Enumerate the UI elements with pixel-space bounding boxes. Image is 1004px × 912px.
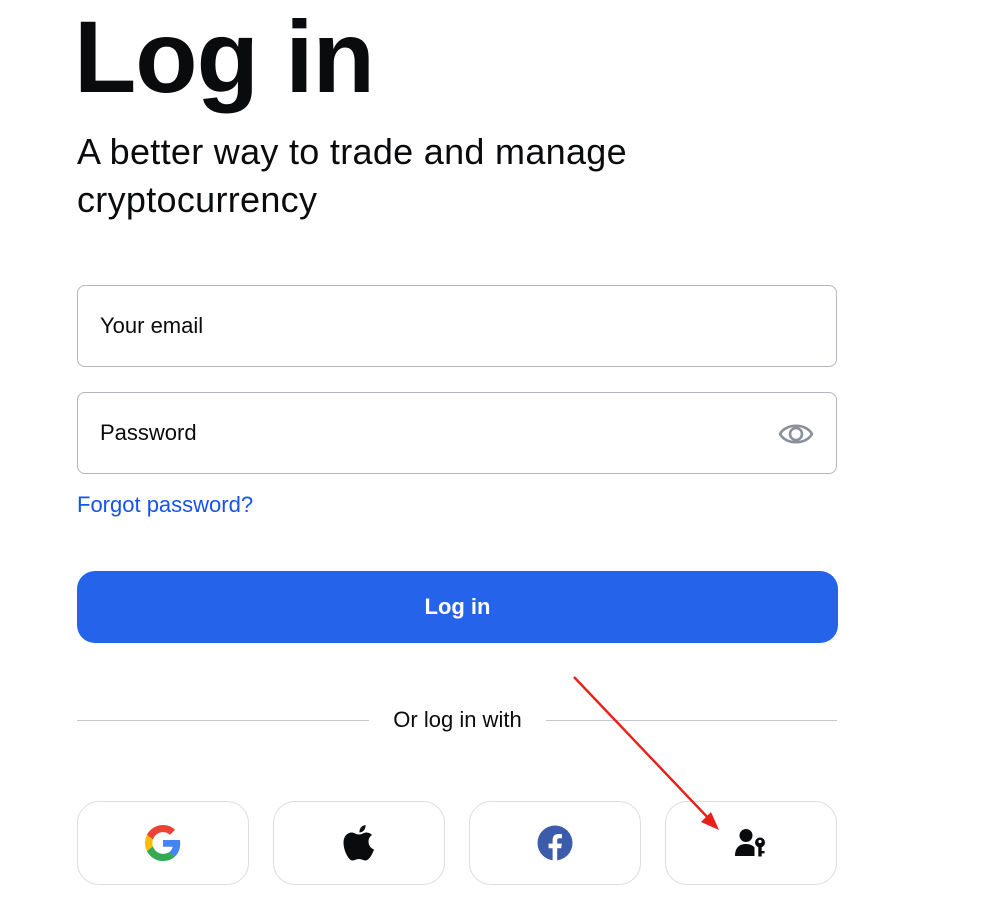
- apple-icon: [342, 824, 376, 862]
- facebook-login-button[interactable]: [469, 801, 641, 885]
- page-title: Log in: [74, 0, 375, 114]
- password-input[interactable]: [100, 393, 760, 473]
- passkey-login-button[interactable]: [665, 801, 837, 885]
- page-subtitle: A better way to trade and manage cryptoc…: [77, 131, 627, 220]
- email-input[interactable]: [100, 286, 760, 366]
- google-login-button[interactable]: [77, 801, 249, 885]
- eye-icon[interactable]: [778, 417, 814, 451]
- password-field-container: [77, 392, 837, 474]
- divider-line-right: [546, 720, 837, 721]
- apple-login-button[interactable]: [273, 801, 445, 885]
- divider-line-left: [77, 720, 369, 721]
- passkey-icon: [734, 828, 768, 858]
- login-button[interactable]: Log in: [77, 571, 838, 643]
- facebook-icon: [537, 825, 573, 861]
- google-icon: [145, 825, 181, 861]
- divider-label: Or log in with: [393, 707, 522, 732]
- email-field-container: [77, 285, 837, 367]
- forgot-password-link[interactable]: Forgot password?: [77, 492, 253, 518]
